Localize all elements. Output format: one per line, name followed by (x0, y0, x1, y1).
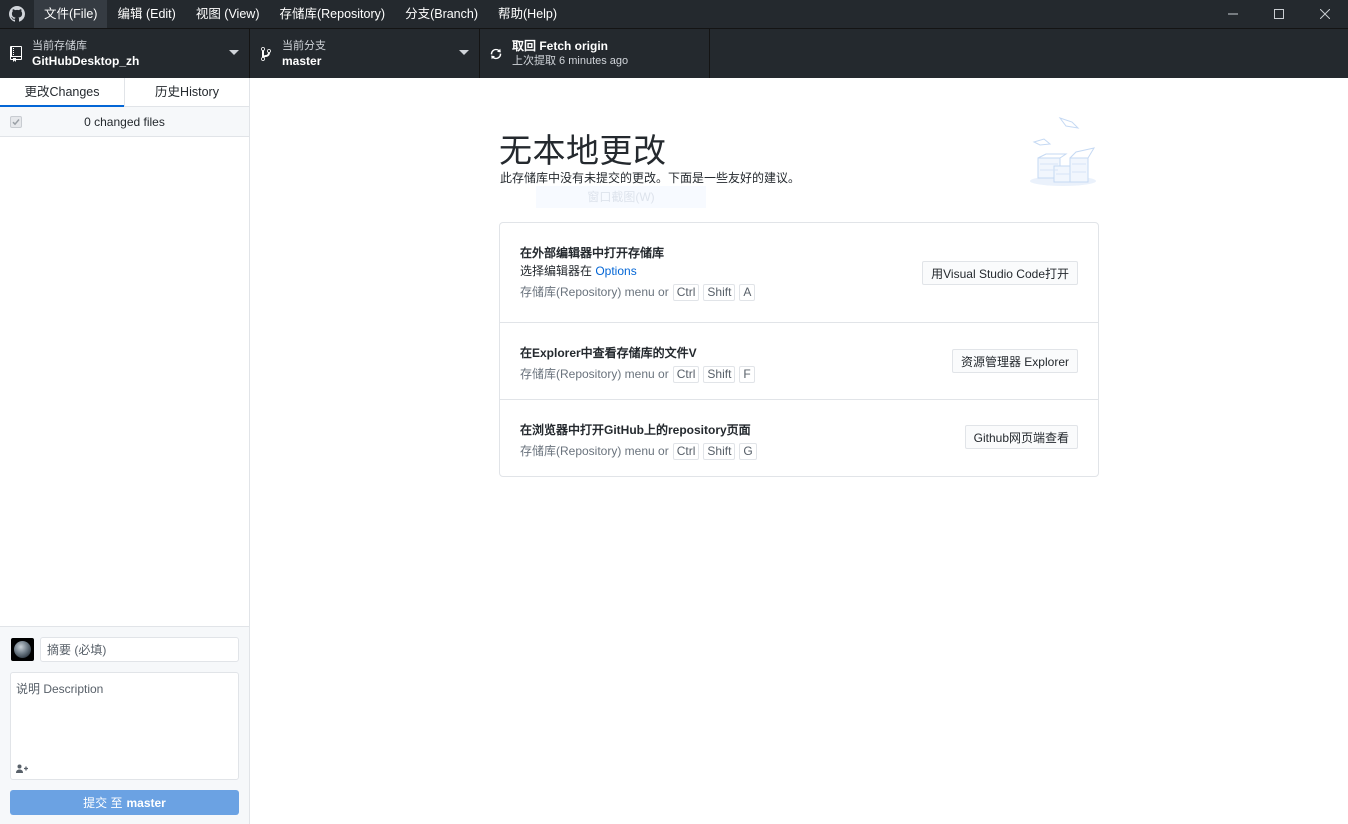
view-on-github-button[interactable]: Github网页端查看 (964, 425, 1078, 449)
commit-description-input[interactable] (11, 673, 238, 759)
repo-icon (0, 45, 32, 62)
chevron-down-icon (229, 50, 239, 55)
chevron-down-icon (459, 50, 469, 55)
commit-button[interactable]: 提交 至 master (10, 790, 239, 815)
window-controls (1210, 0, 1348, 28)
avatar-image (14, 641, 31, 658)
key-ctrl: Ctrl (672, 442, 700, 460)
show-in-explorer-button[interactable]: 资源管理器 Explorer (951, 349, 1078, 373)
git-branch-icon (250, 46, 282, 62)
current-branch-label: 当前分支 (282, 39, 326, 52)
tab-history[interactable]: 历史History (124, 78, 249, 106)
minimize-icon (1228, 13, 1238, 15)
current-repository-button[interactable]: 当前存储库 GitHubDesktop_zh (0, 29, 250, 78)
ghost-tooltip: 窗口截图(W) (536, 186, 706, 208)
github-logo-icon (0, 0, 34, 28)
current-branch-button[interactable]: 当前分支 master (250, 29, 480, 78)
open-in-vscode-button[interactable]: 用Visual Studio Code打开 (922, 261, 1078, 285)
sync-icon (480, 47, 512, 61)
options-link[interactable]: Options (595, 264, 636, 278)
suggested-actions-list: 在外部编辑器中打开存储库 选择编辑器在 Options 存储库(Reposito… (499, 222, 1099, 477)
tab-changes[interactable]: 更改Changes (0, 78, 124, 107)
action-title: 在Explorer中查看存储库的文件V (520, 346, 697, 360)
menu-help[interactable]: 帮助(Help) (488, 0, 567, 28)
check-icon (12, 119, 20, 126)
action-description: 选择编辑器在 Options (520, 262, 755, 280)
empty-state-illustration (1030, 117, 1096, 186)
menu-branch[interactable]: 分支(Branch) (395, 0, 488, 28)
close-button[interactable] (1302, 0, 1348, 28)
commit-description-box (10, 672, 239, 780)
menu-edit[interactable]: 编辑 (Edit) (107, 0, 185, 28)
current-repository-label: 当前存储库 (32, 39, 87, 52)
commit-summary-input[interactable] (40, 637, 239, 662)
sidebar: 更改Changes 历史History 0 changed files 提交 至… (0, 78, 250, 824)
key-shift: Shift (703, 365, 736, 383)
shortcut-menu-text: 存储库(Repository) menu or (520, 285, 669, 299)
maximize-icon (1274, 9, 1284, 19)
shortcut-menu-text: 存储库(Repository) menu or (520, 444, 669, 458)
close-icon (1320, 9, 1330, 19)
action-title: 在浏览器中打开GitHub上的repository页面 (520, 423, 751, 437)
changes-header: 0 changed files (0, 107, 249, 137)
main-content: 无本地更改 此存储库中没有未提交的更改。下面是一些友好的建议。 窗口截图(W) … (250, 78, 1348, 824)
action-title: 在外部编辑器中打开存储库 (520, 246, 665, 260)
suggested-action-show-explorer: 在Explorer中查看存储库的文件V 存储库(Repository) menu… (500, 323, 1098, 400)
commit-button-label: 提交 至 (83, 796, 123, 810)
current-repository-name: GitHubDesktop_zh (32, 53, 140, 68)
shortcut-menu-text: 存储库(Repository) menu or (520, 367, 669, 381)
current-branch-name: master (282, 53, 322, 68)
suggested-action-view-on-github: 在浏览器中打开GitHub上的repository页面 存储库(Reposito… (500, 400, 1098, 476)
title-bar: 文件(File) 编辑 (Edit) 视图 (View) 存储库(Reposit… (0, 0, 1348, 28)
fetch-origin-button[interactable]: 取回 Fetch origin 上次提取 6 minutes ago (480, 29, 710, 78)
keyboard-shortcut: 存储库(Repository) menu or Ctrl Shift G (520, 441, 757, 461)
fetch-origin-label: 取回 Fetch origin (512, 38, 609, 53)
keyboard-shortcut: 存储库(Repository) menu or Ctrl Shift F (520, 364, 755, 384)
commit-message-area: 提交 至 master (0, 626, 249, 824)
action-description-text: 选择编辑器在 (520, 264, 596, 278)
key-g: G (739, 442, 757, 460)
changed-files-count: 0 changed files (84, 114, 165, 129)
toolbar: 当前存储库 GitHubDesktop_zh 当前分支 master 取回 Fe… (0, 28, 1348, 78)
add-coauthor-button[interactable] (16, 764, 29, 773)
key-ctrl: Ctrl (672, 283, 700, 301)
minimize-button[interactable] (1210, 0, 1256, 28)
avatar (11, 638, 34, 661)
key-a: A (739, 283, 756, 301)
keyboard-shortcut: 存储库(Repository) menu or Ctrl Shift A (520, 282, 756, 302)
key-shift: Shift (703, 283, 736, 301)
maximize-button[interactable] (1256, 0, 1302, 28)
person-add-icon (16, 764, 28, 773)
select-all-checkbox[interactable] (10, 116, 22, 128)
key-f: F (739, 365, 755, 383)
page-subtitle: 此存储库中没有未提交的更改。下面是一些友好的建议。 (500, 171, 801, 185)
suggested-action-open-editor: 在外部编辑器中打开存储库 选择编辑器在 Options 存储库(Reposito… (500, 223, 1098, 323)
menu-file[interactable]: 文件(File) (34, 0, 108, 28)
menu-repository[interactable]: 存储库(Repository) (269, 0, 395, 28)
page-title: 无本地更改 (499, 132, 667, 169)
last-fetched-text: 上次提取 6 minutes ago (512, 54, 629, 67)
key-ctrl: Ctrl (672, 365, 700, 383)
key-shift: Shift (703, 442, 736, 460)
commit-button-branch: master (126, 795, 166, 810)
menu-view[interactable]: 视图 (View) (186, 0, 270, 28)
sidebar-tabs: 更改Changes 历史History (0, 78, 249, 107)
